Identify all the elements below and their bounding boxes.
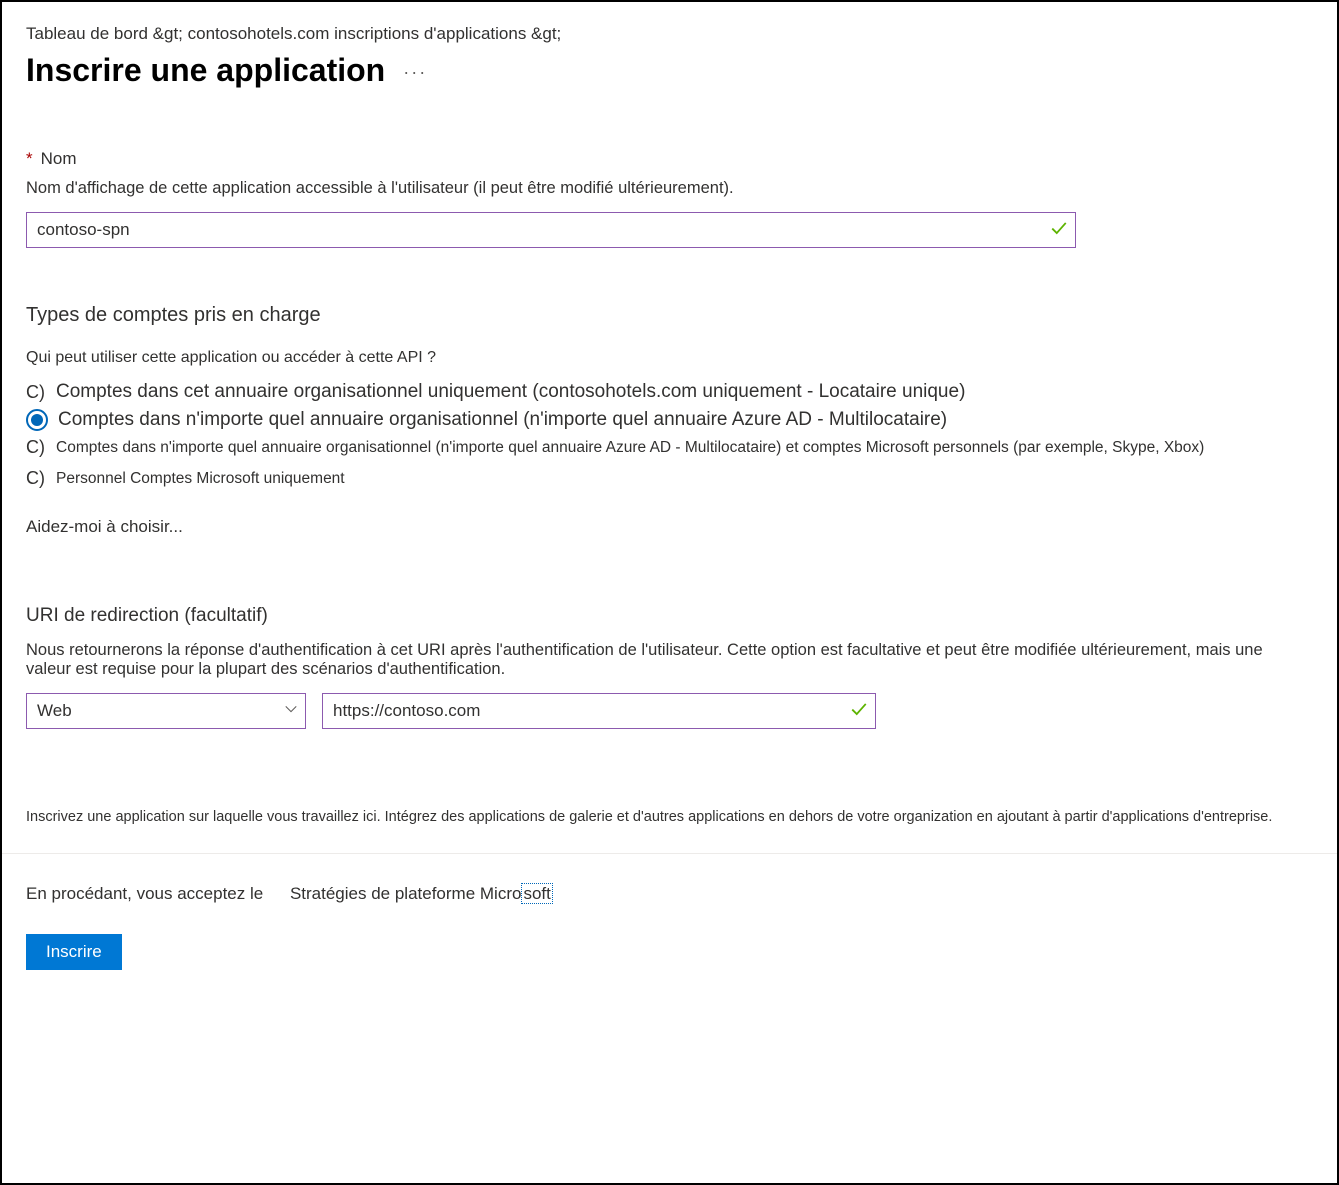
name-input[interactable]	[26, 212, 1076, 248]
accept-prefix: En procédant, vous acceptez le	[26, 884, 263, 903]
platform-select-value: Web	[37, 701, 72, 721]
account-types-heading: Types de comptes pris en charge	[26, 304, 1313, 327]
name-label: Nom	[41, 149, 77, 169]
option-label: Comptes dans n'importe quel annuaire org…	[58, 409, 947, 431]
platform-select[interactable]: Web	[26, 693, 306, 729]
option-prefix: C)	[26, 437, 46, 458]
account-type-option-1[interactable]: Comptes dans n'importe quel annuaire org…	[26, 409, 1313, 431]
account-type-option-3[interactable]: C) Personnel Comptes Microsoft uniquement	[26, 468, 1313, 489]
redirect-heading: URI de redirection (facultatif)	[26, 605, 1313, 627]
required-asterisk: *	[26, 149, 33, 169]
breadcrumb[interactable]: Tableau de bord &gt; contosohotels.com i…	[26, 24, 1313, 44]
account-type-option-0[interactable]: C) Comptes dans cet annuaire organisation…	[26, 381, 1313, 403]
option-prefix: C)	[26, 382, 46, 403]
page-title: Inscrire une application	[26, 52, 385, 89]
account-types-question: Qui peut utiliser cette application ou a…	[26, 349, 1313, 367]
option-label: Comptes dans n'importe quel annuaire org…	[56, 439, 1204, 457]
name-description: Nom d'affichage de cette application acc…	[26, 179, 1313, 198]
redirect-url-input[interactable]	[322, 693, 876, 729]
more-menu-icon[interactable]: ···	[403, 62, 427, 83]
redirect-description: Nous retournerons la réponse d'authentif…	[26, 641, 1296, 679]
register-button[interactable]: Inscrire	[26, 934, 122, 970]
account-type-option-2[interactable]: C) Comptes dans n'importe quel annuaire o…	[26, 437, 1313, 458]
option-label: Personnel Comptes Microsoft uniquement	[56, 470, 345, 488]
radio-selected-icon[interactable]	[26, 409, 48, 431]
help-me-choose-link[interactable]: Aidez-moi à choisir...	[26, 517, 1313, 537]
footer-note: Inscrivez une application sur laquelle v…	[26, 809, 1313, 825]
option-prefix: C)	[26, 468, 46, 489]
option-label: Comptes dans cet annuaire organisationne…	[56, 381, 965, 403]
policies-link[interactable]: Stratégies de plateforme Microsoft	[290, 884, 553, 903]
divider	[2, 853, 1337, 854]
